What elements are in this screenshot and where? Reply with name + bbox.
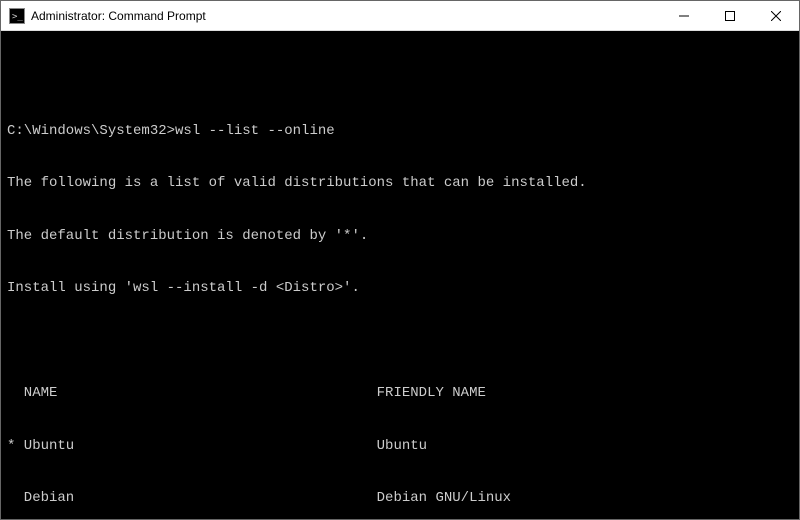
distro-name: Debian — [7, 490, 377, 508]
output-line: The following is a list of valid distrib… — [7, 175, 793, 193]
table-header: NAMEFRIENDLY NAME — [7, 385, 793, 403]
titlebar[interactable]: >_ Administrator: Command Prompt — [1, 1, 799, 31]
window-title: Administrator: Command Prompt — [31, 9, 206, 23]
prompt-line: C:\Windows\System32>wsl --list --online — [7, 123, 793, 141]
table-col-friendly: FRIENDLY NAME — [377, 385, 486, 403]
command-text: wsl --list --online — [175, 123, 335, 139]
prompt-path: C:\Windows\System32> — [7, 123, 175, 139]
distro-name: * Ubuntu — [7, 438, 377, 456]
terminal-output[interactable]: C:\Windows\System32>wsl --list --online … — [1, 31, 799, 519]
table-row: DebianDebian GNU/Linux — [7, 490, 793, 508]
table-col-name: NAME — [7, 385, 377, 403]
svg-text:>_: >_ — [12, 12, 23, 22]
command-prompt-window: >_ Administrator: Command Prompt C:\Wind… — [0, 0, 800, 520]
output-line: Install using 'wsl --install -d <Distro>… — [7, 280, 793, 298]
minimize-button[interactable] — [661, 1, 707, 31]
distro-friendly: Debian GNU/Linux — [377, 490, 511, 508]
cmd-icon: >_ — [9, 8, 25, 24]
distro-friendly: Ubuntu — [377, 438, 427, 456]
maximize-button[interactable] — [707, 1, 753, 31]
table-row: * UbuntuUbuntu — [7, 438, 793, 456]
close-button[interactable] — [753, 1, 799, 31]
output-line: The default distribution is denoted by '… — [7, 228, 793, 246]
